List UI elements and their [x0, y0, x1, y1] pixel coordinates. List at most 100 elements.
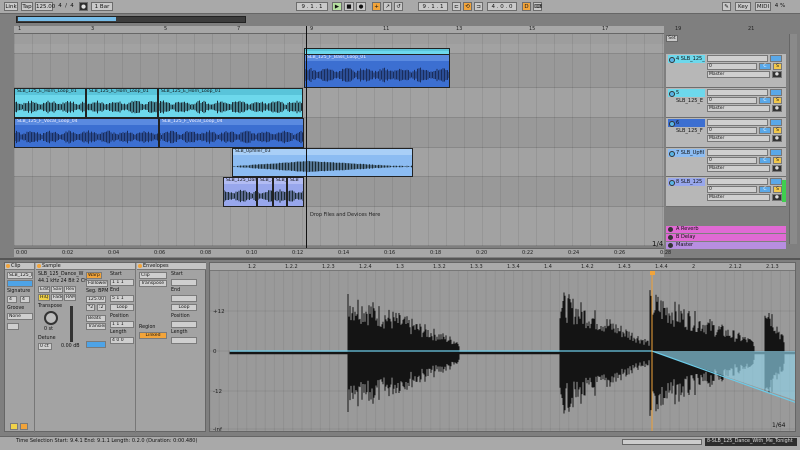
- warp-mode-menu[interactable]: Follower: [86, 280, 108, 287]
- track-header[interactable]: 4 SLB_125_ 0 C S Master ●: [666, 54, 786, 88]
- save-button[interactable]: Save: [51, 286, 63, 293]
- arm-button[interactable]: ●: [772, 135, 782, 142]
- envelope-control-menu[interactable]: Transpose: [139, 280, 167, 287]
- input-type-menu[interactable]: [707, 89, 768, 96]
- arrangement-clip[interactable]: SLB_125_Dance: [223, 177, 257, 207]
- clip-launch-toggle[interactable]: [10, 423, 18, 430]
- arrangement-clip[interactable]: SLB_125_F_Bass_Loop_01: [304, 54, 450, 88]
- return-track[interactable]: Master: [666, 242, 786, 249]
- signature-numerator[interactable]: 4: [56, 2, 64, 11]
- edit-button[interactable]: Edit: [38, 286, 50, 293]
- arrangement-clip[interactable]: SLB_125: [273, 177, 287, 207]
- time-ruler[interactable]: 0:00 0:02 0:04 0:06 0:08 0:10 0:12 0:14 0:16 0:18…: [14, 248, 671, 257]
- tap-tempo-button[interactable]: Tap: [21, 2, 33, 11]
- output-menu[interactable]: Master: [707, 194, 770, 201]
- hiq-button[interactable]: HiQ: [38, 294, 50, 301]
- pan-field[interactable]: C: [759, 186, 771, 193]
- clip-sig-num[interactable]: 4: [7, 296, 17, 303]
- return-fold-icon[interactable]: [668, 235, 673, 240]
- overview-visible-region[interactable]: [18, 17, 116, 21]
- beat-time-ruler[interactable]: 1357911131517192123: [14, 26, 754, 34]
- env-start-field[interactable]: [171, 279, 197, 286]
- return-fold-icon[interactable]: [668, 243, 673, 248]
- arm-button[interactable]: ●: [772, 165, 782, 172]
- set-button[interactable]: Set: [666, 35, 678, 42]
- clip-color-swatch[interactable]: [7, 280, 33, 287]
- end-field[interactable]: 5 1 1: [110, 295, 134, 302]
- output-menu[interactable]: Master: [707, 135, 770, 142]
- volume-field[interactable]: 0: [707, 157, 757, 164]
- waveform-display[interactable]: +120-12-inf: [210, 271, 796, 432]
- arrangement-clip[interactable]: SLB_125: [257, 177, 273, 207]
- metronome-button[interactable]: ●: [79, 2, 88, 11]
- return-track[interactable]: A Reverb: [666, 226, 786, 233]
- arrangement-clip[interactable]: SLB_125_F_Vocal_Loop_04: [14, 118, 159, 148]
- position-field[interactable]: 1 1 1: [110, 321, 134, 328]
- track-activator[interactable]: [770, 55, 782, 62]
- arrangement-clip[interactable]: SLB_125_E_Horn_Loop_01: [14, 88, 86, 118]
- return-track[interactable]: B Delay: [666, 234, 786, 241]
- loop-start-field[interactable]: 9 . 1 . 1: [418, 2, 448, 11]
- arm-button[interactable]: ●: [772, 194, 782, 201]
- input-type-menu[interactable]: [707, 149, 768, 156]
- track-activator[interactable]: [770, 149, 782, 156]
- reverse-button[interactable]: Rev: [64, 286, 76, 293]
- track-header[interactable]: 5 SLB_125_E 0 C S Master ●: [666, 88, 786, 118]
- volume-field[interactable]: 0: [707, 63, 757, 70]
- env-loop-button[interactable]: Loop: [171, 304, 197, 311]
- track-header[interactable]: 8 SLB_125 0 C S Master ●: [666, 177, 786, 207]
- double-tempo-button[interactable]: *2: [86, 304, 95, 311]
- arrangement-clip[interactable]: SLB_125_E_Horn_Loop_01: [158, 88, 303, 118]
- preserve-menu[interactable]: Transients: [86, 323, 106, 330]
- volume-field[interactable]: 0: [707, 186, 757, 193]
- transient-envelope-field[interactable]: [86, 341, 106, 348]
- input-type-menu[interactable]: [707, 119, 768, 126]
- return-fold-icon[interactable]: [668, 227, 673, 232]
- groove-menu[interactable]: None: [7, 313, 33, 320]
- sample-box-header[interactable]: Sample: [36, 263, 135, 270]
- midi-map-button[interactable]: MIDI: [755, 2, 771, 11]
- record-icon[interactable]: ●: [356, 2, 366, 11]
- track-header[interactable]: 7 SLB_UpfiI 0 C S Master ●: [666, 148, 786, 177]
- fade-button[interactable]: Fade: [51, 294, 63, 301]
- arrangement-clip[interactable]: SLB_125_E_Horn_Loop_01: [86, 88, 158, 118]
- track-fold-icon[interactable]: [669, 180, 675, 186]
- quantize-menu[interactable]: 1 Bar: [91, 2, 113, 11]
- loop-switch-icon[interactable]: ⟲: [463, 2, 472, 11]
- output-menu[interactable]: Master: [707, 105, 770, 112]
- sample-editor-ruler[interactable]: 1.2 1.2.2 1.2.3 1.2.4 1.3 1.3.2 1.3.3 1.3.4 1.4 1…: [210, 263, 795, 271]
- keyboard-icon[interactable]: ⌨: [533, 2, 542, 11]
- volume-field[interactable]: 0: [707, 127, 757, 134]
- arrangement-clip[interactable]: SLB: [287, 177, 304, 207]
- reenable-automation-icon[interactable]: ↺: [394, 2, 403, 11]
- env-end-field[interactable]: [171, 295, 197, 302]
- track-header[interactable]: 6 SLB_125_F 0 C S Master ●: [666, 118, 786, 148]
- track-fold-icon[interactable]: [669, 57, 675, 63]
- half-tempo-button[interactable]: :2: [97, 304, 106, 311]
- warp-algorithm-menu[interactable]: Beats: [86, 315, 106, 322]
- output-menu[interactable]: Master: [707, 71, 770, 78]
- solo-button[interactable]: S: [773, 97, 782, 104]
- solo-button[interactable]: S: [773, 157, 782, 164]
- track-fold-icon[interactable]: [669, 151, 675, 157]
- gain-slider[interactable]: [70, 306, 73, 342]
- env-position-field[interactable]: [171, 321, 197, 328]
- automation-arm-icon[interactable]: ↗: [383, 2, 392, 11]
- volume-field[interactable]: 0: [707, 97, 757, 104]
- track-name[interactable]: 4 SLB_125_: [668, 55, 705, 63]
- pan-field[interactable]: C: [759, 127, 771, 134]
- punch-out-icon[interactable]: ⊐: [474, 2, 483, 11]
- arm-button[interactable]: ●: [772, 71, 782, 78]
- warp-button[interactable]: Warp: [86, 272, 102, 279]
- clip-loop-toggle[interactable]: [20, 423, 28, 430]
- linked-button[interactable]: Linked: [139, 332, 167, 339]
- vertical-scrollbar[interactable]: [789, 34, 797, 244]
- overdub-icon[interactable]: +: [372, 2, 381, 11]
- input-type-menu[interactable]: [707, 55, 768, 62]
- track-name[interactable]: 5 SLB_125_E: [668, 89, 705, 104]
- tempo-field[interactable]: 125.00: [35, 2, 55, 11]
- loop-length-field[interactable]: 4 . 0 . 0: [487, 2, 517, 11]
- track-fold-icon[interactable]: [669, 91, 675, 97]
- link-button[interactable]: Link: [4, 2, 18, 11]
- play-icon[interactable]: ▶: [332, 2, 342, 11]
